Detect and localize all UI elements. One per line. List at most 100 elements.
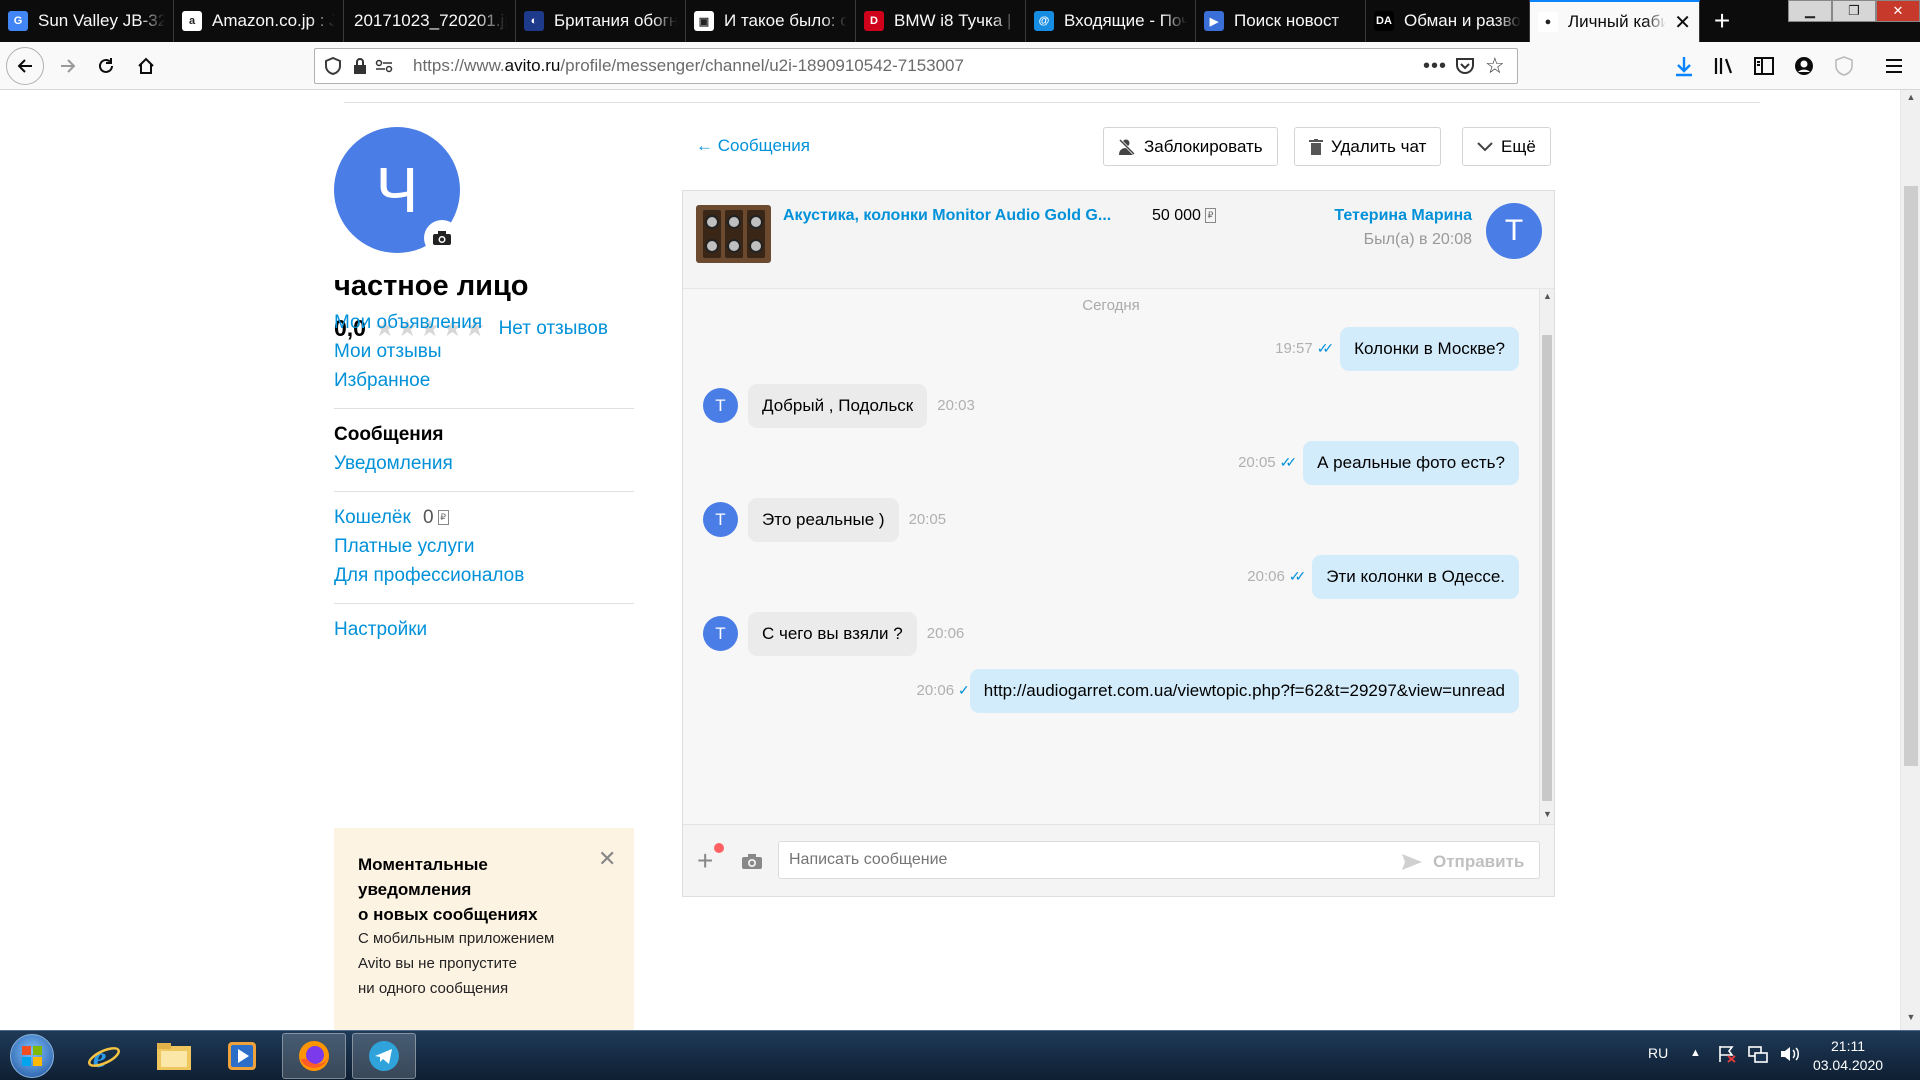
browser-tab[interactable]: ▣ И такое было: са [686, 0, 856, 42]
forward-button[interactable] [52, 50, 84, 82]
back-button[interactable] [6, 47, 44, 85]
reviews-link[interactable]: Нет отзывов [499, 318, 608, 340]
internet-explorer-icon[interactable]: e [72, 1033, 136, 1079]
scroll-down-icon[interactable]: ▼ [1901, 1012, 1920, 1022]
new-tab-button[interactable]: + [1702, 0, 1742, 42]
sidebar-item-my-ads[interactable]: Мои объявления [334, 312, 482, 334]
network-icon[interactable] [1748, 1045, 1768, 1066]
url-text[interactable]: https://www.avito.ru/profile/messenger/c… [413, 56, 964, 76]
sidebar-divider [334, 603, 634, 604]
attach-plus-icon[interactable]: + [697, 847, 713, 875]
sender-avatar-letter: Т [715, 509, 726, 529]
pocket-icon[interactable] [1455, 49, 1475, 83]
browser-tab[interactable]: ▶ Поиск новост [1196, 0, 1366, 42]
firefox-icon[interactable] [282, 1033, 346, 1079]
seller-name-link[interactable]: Тетерина Марина [1334, 207, 1472, 225]
sidebar-item-notifications[interactable]: Уведомления [334, 453, 453, 475]
item-title-link[interactable]: Акустика, колонки Monitor Audio Gold G..… [783, 207, 1123, 225]
system-clock[interactable]: 21:11 03.04.2020 [1808, 1037, 1888, 1075]
block-user-button[interactable]: Заблокировать [1103, 127, 1278, 166]
file-explorer-icon[interactable] [142, 1033, 206, 1079]
bookmark-star-icon[interactable]: ☆ [1485, 49, 1505, 83]
browser-tab[interactable]: DA Обман и развод [1366, 0, 1530, 42]
change-photo-button[interactable] [424, 220, 460, 256]
page-scrollbar-thumb[interactable] [1904, 186, 1918, 766]
close-tab-icon[interactable]: ✕ [1674, 10, 1691, 35]
sender-avatar[interactable]: Т [703, 616, 738, 651]
browser-tab[interactable]: G Sun Valley JB-320 [0, 0, 174, 42]
sidebar-icon[interactable] [1748, 50, 1780, 82]
ruble-icon: ₽ [437, 510, 449, 526]
message-timestamp: 20:03 [937, 397, 975, 414]
window-close-button[interactable]: ✕ [1876, 0, 1920, 22]
chat-scrollbar-thumb[interactable] [1542, 335, 1552, 801]
attach-photo-button[interactable] [738, 847, 766, 875]
block-user-label: Заблокировать [1144, 136, 1263, 156]
back-to-messages-link[interactable]: ← Сообщения [696, 136, 810, 156]
message-timestamp: 20:06 ✓ [917, 682, 970, 699]
page-actions-icon[interactable]: ••• [1423, 49, 1447, 83]
volume-icon[interactable] [1780, 1045, 1800, 1066]
page-scrollbar[interactable]: ▲ ▼ [1900, 90, 1920, 1030]
scroll-up-icon[interactable]: ▲ [1540, 291, 1555, 301]
reload-icon [99, 58, 113, 73]
url-bar[interactable]: https://www.avito.ru/profile/messenger/c… [314, 48, 1518, 84]
sidebar-item-paid-services[interactable]: Платные услуги [334, 536, 475, 558]
clock-time: 21:11 [1831, 1038, 1865, 1054]
promo-title-line: уведомления [358, 880, 472, 899]
delete-chat-button[interactable]: Удалить чат [1294, 127, 1442, 166]
news-icon: ◐ [524, 11, 544, 31]
browser-tab[interactable]: D BMW i8 Тучка | D [856, 0, 1026, 42]
clock-date: 03.04.2020 [1812, 1057, 1884, 1073]
browser-tab[interactable]: 20171023_720201.jpg [344, 0, 516, 42]
wallet-balance: 0 ₽ [423, 507, 449, 529]
language-indicator[interactable]: RU [1648, 1045, 1668, 1061]
action-center-flag-icon[interactable] [1718, 1045, 1736, 1066]
sidebar-item-favorites[interactable]: Избранное [334, 370, 430, 392]
tab-title: BMW i8 Тучка | D [894, 11, 1017, 30]
tray-expand-icon[interactable]: ▲ [1690, 1047, 1701, 1059]
more-button[interactable]: Ещё [1462, 127, 1551, 166]
permissions-icon[interactable] [375, 49, 393, 83]
tab-strip: ● Личный каби ✕ DA Обман и развод ▶ Поиск ново… [0, 0, 1920, 42]
sender-avatar[interactable]: Т [703, 388, 738, 423]
sidebar-item-messages[interactable]: Сообщения [334, 424, 444, 446]
lock-icon[interactable] [353, 49, 367, 83]
sidebar-item-my-reviews[interactable]: Мои отзывы [334, 341, 441, 363]
library-icon[interactable] [1708, 50, 1740, 82]
promo-title-line: Моментальные [358, 855, 488, 874]
browser-tab[interactable]: ◐ Британия обогн [516, 0, 686, 42]
reload-button[interactable] [90, 50, 122, 82]
maximize-button[interactable]: ❐ [1832, 0, 1876, 22]
chat-scrollbar[interactable]: ▲ ▼ [1539, 289, 1554, 824]
sidebar-item-wallet[interactable]: Кошелёк [334, 507, 411, 529]
home-icon [138, 57, 154, 74]
sidebar-item-for-pros[interactable]: Для профессионалов [334, 565, 524, 587]
sender-avatar[interactable]: Т [703, 502, 738, 537]
media-player-icon[interactable] [210, 1033, 274, 1079]
browser-tab[interactable]: a Amazon.co.jp : J [174, 0, 344, 42]
seller-avatar[interactable]: Т [1486, 203, 1542, 259]
minimize-button[interactable]: ▁ [1788, 0, 1832, 22]
adblock-shield-icon[interactable] [1828, 50, 1860, 82]
scroll-down-icon[interactable]: ▼ [1540, 809, 1555, 819]
downloads-icon[interactable] [1668, 50, 1700, 82]
scroll-up-icon[interactable]: ▲ [1901, 92, 1920, 102]
shield-icon[interactable] [325, 49, 341, 83]
home-button[interactable] [130, 50, 162, 82]
tab-title: Британия обогн [554, 11, 677, 30]
close-icon[interactable]: ✕ [598, 846, 616, 872]
browser-tab[interactable]: @ Входящие - Почт [1026, 0, 1196, 42]
item-thumbnail[interactable] [696, 205, 771, 263]
account-icon[interactable] [1788, 50, 1820, 82]
sidebar-item-settings[interactable]: Настройки [334, 619, 427, 641]
browser-tab[interactable]: ● Личный каби ✕ [1530, 0, 1700, 42]
start-button[interactable] [10, 1034, 54, 1078]
menu-icon[interactable] [1878, 50, 1910, 82]
tab-title: Sun Valley JB-320 [38, 11, 165, 30]
message-list[interactable]: Сегодня Колонки в Москве? 19:57 ✓✓ Т Добрый … [683, 289, 1539, 824]
outgoing-message-bubble[interactable]: http://audiogarret.com.ua/viewtopic.php?… [969, 669, 1519, 713]
send-label: Отправить [1433, 852, 1525, 871]
send-button[interactable]: Отправить [1401, 852, 1524, 872]
telegram-icon[interactable] [352, 1033, 416, 1079]
